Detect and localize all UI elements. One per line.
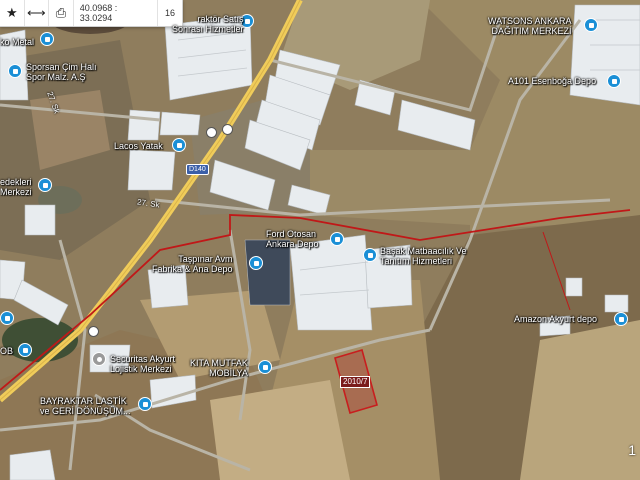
- print-icon[interactable]: ⎙: [49, 0, 74, 26]
- place-pin-icon[interactable]: [92, 352, 106, 366]
- place-label-securitas[interactable]: Securitas Akyurt Lojistik Merkezi: [110, 354, 175, 374]
- road-badge-d140: D140: [186, 164, 209, 175]
- place-label-yedekleri[interactable]: edekleri Merkezi: [0, 177, 32, 197]
- star-icon[interactable]: ★: [0, 0, 25, 26]
- place-pin-icon[interactable]: [40, 32, 54, 46]
- place-label-watsons[interactable]: WATSONS ANKARA DAĞITIM MERKEZİ: [488, 16, 572, 36]
- place-pin-icon[interactable]: [258, 360, 272, 374]
- place-pin-icon[interactable]: [172, 138, 186, 152]
- place-pin-icon[interactable]: [363, 248, 377, 262]
- place-pin-icon[interactable]: [249, 256, 263, 270]
- place-pin-icon[interactable]: [138, 397, 152, 411]
- place-label-ford[interactable]: Ford Otosan Ankara Depo: [266, 229, 319, 249]
- coordinates-readout: 40.0968 : 33.0294: [74, 0, 158, 26]
- place-label-kita[interactable]: KITA MUTFAK MOBİLYA: [190, 358, 248, 378]
- place-label-lacos[interactable]: Lacos Yatak: [114, 141, 163, 151]
- place-pin-icon[interactable]: [584, 18, 598, 32]
- place-label-sporsan[interactable]: Sporsan Çim Halı Spor Malz. A.Ş: [26, 62, 97, 82]
- place-label-bayraktar[interactable]: BAYRAKTAR LASTİK ve GERİ DÖNÜŞÜM...: [40, 396, 131, 416]
- transit-marker-icon[interactable]: [206, 127, 217, 138]
- place-label-metal[interactable]: ko Metal: [0, 37, 34, 47]
- place-pin-icon[interactable]: [0, 311, 14, 325]
- place-pin-icon[interactable]: [18, 343, 32, 357]
- place-pin-icon[interactable]: [38, 178, 52, 192]
- place-label-basak[interactable]: Başak Matbaacılık Ve Tanıtım Hizmetleri: [380, 246, 467, 266]
- corner-mark: 1: [628, 442, 636, 458]
- place-label-a101[interactable]: A101 Esenboğa Depo: [508, 76, 596, 86]
- place-pin-icon[interactable]: [607, 74, 621, 88]
- measure-icon[interactable]: ⟷: [25, 0, 50, 26]
- parcel-label[interactable]: 2010/7: [340, 376, 371, 388]
- transit-marker-icon[interactable]: [88, 326, 99, 337]
- transit-marker-icon[interactable]: [222, 124, 233, 135]
- place-pin-icon[interactable]: [614, 312, 628, 326]
- place-pin-icon[interactable]: [330, 232, 344, 246]
- place-label-taspinar[interactable]: Taşpınar Avm Fabrika & Ana Depo: [152, 254, 233, 274]
- place-label-ob[interactable]: OB: [0, 346, 13, 356]
- map-toolbar: ★ ⟷ ⎙ 40.0968 : 33.0294 16: [0, 0, 183, 27]
- place-pin-icon[interactable]: [8, 64, 22, 78]
- place-label-amazon[interactable]: Amazon Akyurt depo: [514, 314, 597, 324]
- place-label-traktor[interactable]: raktör Satış Sonrası Hizmetler: [172, 14, 244, 34]
